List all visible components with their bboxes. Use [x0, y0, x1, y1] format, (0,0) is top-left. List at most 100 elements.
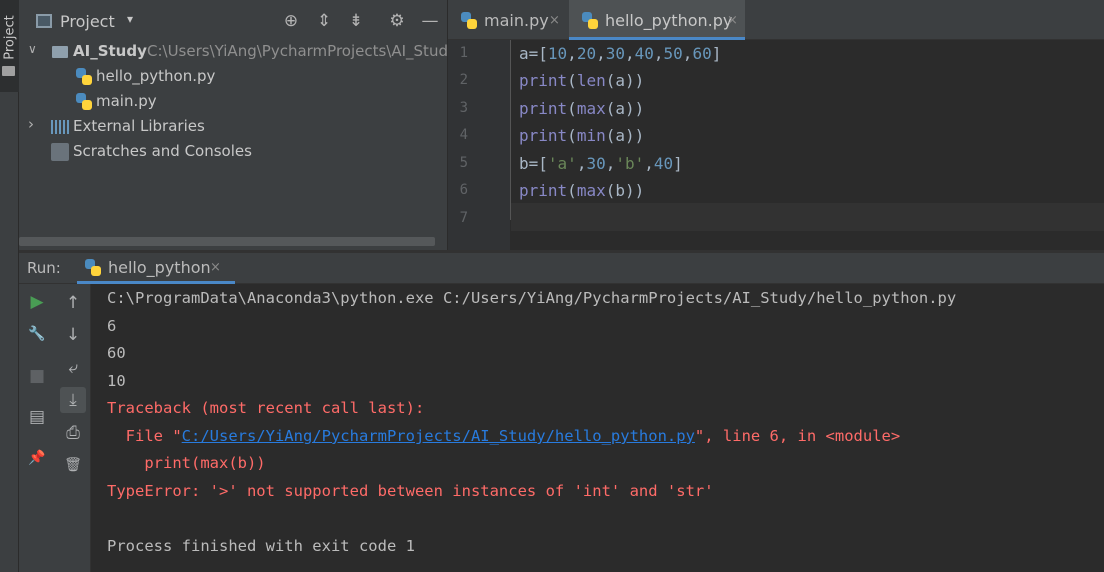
line-number: 7 [459, 210, 468, 226]
scroll-to-end-icon[interactable]: ⤓ [60, 387, 86, 413]
project-header: Project ▾ ⊕ ⇕ ⇟ ⚙ — [19, 0, 447, 40]
file-name: hello_python.py [96, 67, 216, 85]
code-line-1[interactable]: a=[10,20,30,40,50,60] [519, 44, 721, 63]
code-token: max [576, 99, 606, 118]
code-token: print [519, 71, 568, 90]
code-token: , [605, 154, 616, 173]
chevron-right-icon[interactable]: › [28, 115, 34, 133]
code-token: 30 [605, 44, 625, 63]
console-output-line: 6 [107, 317, 117, 335]
chevron-down-icon[interactable]: ▾ [127, 12, 133, 26]
file-name: main.py [96, 92, 157, 110]
run-toolbar-right: ↑ ↓ ⤶ ⤓ ⎙ 🗑 [55, 284, 91, 572]
tree-item-scratches[interactable]: Scratches and Consoles [19, 140, 447, 164]
python-file-icon [76, 93, 92, 110]
tree-item-ai-study[interactable]: ∨ AI_Study C:\Users\YiAng\PycharmProject… [19, 40, 447, 64]
line-number-gutter: 1 2 3 4 5 6 7 [448, 40, 510, 250]
project-tool-window-tab[interactable]: Project [0, 0, 19, 92]
run-tab-label: hello_python [108, 258, 211, 277]
code-token: (a)) [605, 99, 645, 118]
line-number: 5 [459, 155, 468, 171]
code-token: 10 [547, 44, 568, 63]
scroll-up-icon[interactable]: ↑ [60, 290, 86, 316]
expand-all-icon[interactable]: ⇕ [313, 10, 335, 32]
close-icon[interactable]: × [549, 13, 560, 28]
library-icon [51, 120, 69, 134]
code-token: max [576, 181, 606, 200]
code-token: 50 [663, 44, 683, 63]
tab-label: hello_python.py [605, 11, 733, 30]
layout-icon[interactable]: ▤ [24, 404, 50, 430]
external-libraries-label: External Libraries [73, 117, 205, 135]
code-token: 'a' [547, 154, 577, 173]
tree-item-external-libraries[interactable]: › External Libraries [19, 115, 447, 139]
code-token: ] [673, 154, 683, 173]
hide-icon[interactable]: — [419, 10, 441, 32]
code-token: , [682, 44, 693, 63]
traceback-header: Traceback (most recent call last): [107, 399, 425, 417]
run-console[interactable]: C:\ProgramData\Anaconda3\python.exe C:/U… [92, 284, 1104, 572]
code-token: , [567, 44, 577, 63]
process-exit-line: Process finished with exit code 1 [107, 537, 415, 555]
code-line-6[interactable]: print(max(b)) [519, 181, 644, 200]
python-file-icon [85, 259, 101, 276]
traceback-file-line: File "C:/Users/YiAng/PycharmProjects/AI_… [107, 427, 901, 445]
folder-icon [52, 46, 68, 58]
scroll-down-icon[interactable]: ↓ [60, 322, 86, 348]
tree-item-main[interactable]: main.py [19, 90, 447, 114]
code-token: (a)) [605, 126, 645, 145]
code-token: ( [567, 126, 577, 145]
code-token: ( [567, 71, 577, 90]
run-panel-header: Run: hello_python × [19, 253, 1104, 284]
code-token: , [624, 44, 635, 63]
code-line-2[interactable]: print(len(a)) [519, 71, 644, 90]
soft-wrap-icon[interactable]: ⤶ [60, 355, 86, 381]
stop-icon[interactable]: ■ [24, 363, 50, 389]
print-icon[interactable]: ⎙ [60, 420, 86, 446]
code-token: , [596, 44, 606, 63]
code-token: , [644, 154, 654, 173]
gear-icon[interactable]: ⚙ [386, 10, 408, 32]
code-token: 30 [586, 154, 606, 173]
horizontal-scrollbar[interactable] [19, 237, 435, 246]
traceback-file-link[interactable]: C:/Users/YiAng/PycharmProjects/AI_Study/… [182, 427, 695, 445]
tool-window-strip: Project [0, 0, 19, 572]
code-token: ] [711, 44, 722, 63]
tab-main-py[interactable]: main.py × [448, 0, 568, 40]
collapse-all-icon[interactable]: ⇟ [345, 10, 367, 32]
close-icon[interactable]: × [727, 13, 738, 28]
folder-icon [2, 66, 15, 76]
tree-item-hello-python[interactable]: hello_python.py [19, 65, 447, 89]
code-token: =[ [528, 154, 548, 173]
code-token: 'b' [615, 154, 645, 173]
project-panel: Project ▾ ⊕ ⇕ ⇟ ⚙ — ∨ AI_Study C:\Users\… [19, 0, 447, 250]
run-toolbar-left: ▶ 🔧 ■ ▤ 📌 [19, 284, 55, 572]
chevron-down-icon[interactable]: ∨ [28, 42, 37, 56]
console-output-line: 60 [107, 344, 126, 362]
python-file-icon [76, 68, 92, 85]
close-icon[interactable]: × [210, 260, 221, 275]
gutter-separator [510, 40, 511, 220]
active-tab-indicator [569, 37, 745, 40]
rerun-icon[interactable]: ▶ [24, 289, 50, 315]
code-line-4[interactable]: print(min(a)) [519, 126, 644, 145]
code-token: 40 [634, 44, 654, 63]
wrench-icon[interactable]: 🔧 [24, 321, 50, 347]
code-line-3[interactable]: print(max(a)) [519, 99, 644, 118]
code-line-5[interactable]: b=['a',30,'b',40] [519, 154, 683, 173]
console-command-line: C:\ProgramData\Anaconda3\python.exe C:/U… [107, 289, 957, 307]
code-token: a [519, 44, 529, 63]
project-title[interactable]: Project [60, 12, 115, 31]
code-token: ( [567, 181, 577, 200]
trash-icon[interactable]: 🗑 [60, 452, 86, 478]
line-number: 2 [459, 72, 468, 88]
code-token: (b)) [605, 181, 645, 200]
locate-icon[interactable]: ⊕ [280, 10, 302, 32]
tab-hello-python-py[interactable]: hello_python.py × [569, 0, 745, 40]
console-output-line: 10 [107, 372, 126, 390]
tab-run-hello-python[interactable]: hello_python × [77, 253, 235, 284]
current-line-highlight [511, 203, 1104, 231]
code-token: len [576, 71, 606, 90]
pin-icon[interactable]: 📌 [24, 445, 50, 471]
traceback-file-prefix: File " [107, 427, 182, 445]
